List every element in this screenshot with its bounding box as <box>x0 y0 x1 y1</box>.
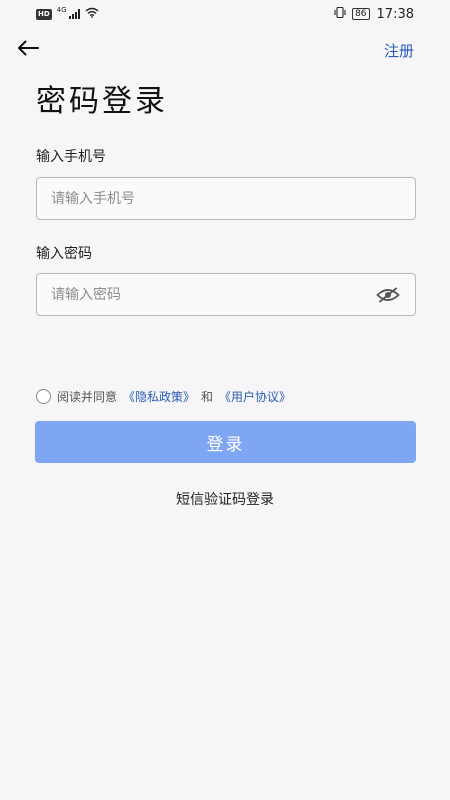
password-label: 输入密码 <box>36 246 92 262</box>
phone-input[interactable] <box>51 190 401 207</box>
phone-label: 输入手机号 <box>36 149 106 165</box>
login-button[interactable]: 登录 <box>35 421 416 463</box>
hd-badge: HD <box>36 8 52 20</box>
network-type: 4G <box>56 6 67 14</box>
status-time: 17:38 <box>376 6 414 22</box>
phone-field <box>36 177 416 220</box>
page-title: 密码登录 <box>36 84 168 119</box>
user-agreement-link[interactable]: 《用户协议》 <box>219 388 291 405</box>
wifi-icon <box>85 7 99 21</box>
back-button[interactable] <box>16 38 40 62</box>
signal-icon <box>68 9 80 19</box>
status-bar: HD 4G 86 17:38 <box>0 0 450 28</box>
nav-bar: 注册 <box>0 34 450 66</box>
sms-login-link[interactable]: 短信验证码登录 <box>0 489 450 509</box>
password-field <box>36 273 416 316</box>
agreement-row: 阅读并同意 《隐私政策》 和 《用户协议》 <box>36 388 291 405</box>
vibrate-icon <box>333 6 347 21</box>
agreement-prefix: 阅读并同意 <box>57 390 118 404</box>
eye-off-icon[interactable] <box>375 285 401 305</box>
agreement-checkbox[interactable] <box>36 389 51 404</box>
register-link[interactable]: 注册 <box>384 40 414 61</box>
battery-indicator: 86 <box>352 8 370 20</box>
agreement-and: 和 <box>201 390 214 404</box>
password-input[interactable] <box>51 286 375 303</box>
status-bar-right: 86 17:38 <box>333 7 414 22</box>
status-bar-left: HD 4G <box>36 6 99 21</box>
privacy-policy-link[interactable]: 《隐私政策》 <box>123 388 195 405</box>
arrow-left-icon <box>17 40 39 60</box>
